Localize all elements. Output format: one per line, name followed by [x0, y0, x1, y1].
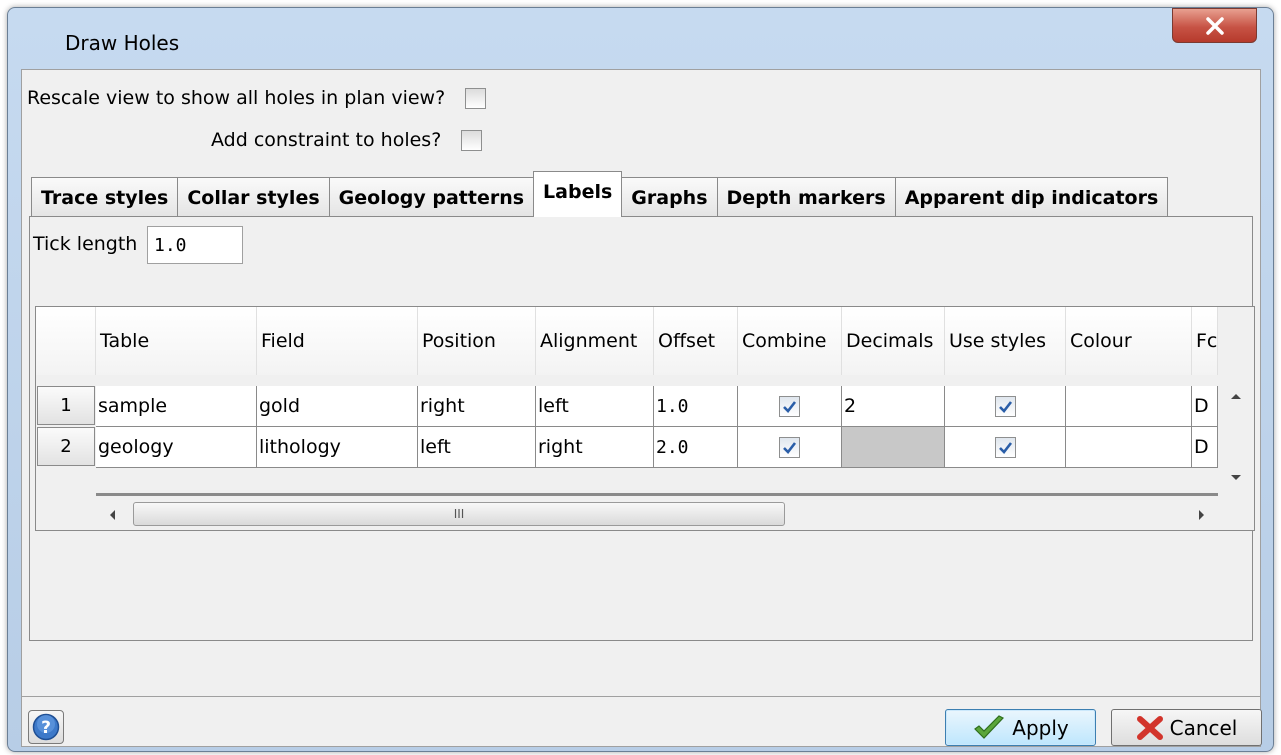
scroll-left-icon[interactable] [108, 509, 116, 521]
checkmark-icon [998, 441, 1012, 454]
tab-depth-markers[interactable]: Depth markers [716, 177, 896, 217]
combine-checkbox[interactable] [779, 395, 800, 417]
cell-decimals[interactable]: 2 [842, 386, 945, 427]
help-button[interactable]: ? [28, 710, 64, 744]
rescale-label: Rescale view to show all holes in plan v… [27, 87, 446, 109]
corner-header [36, 307, 96, 375]
tab-geology-patterns[interactable]: Geology patterns [328, 177, 535, 217]
use-styles-checkbox[interactable] [994, 395, 1016, 417]
horizontal-scrollbar[interactable]: III [97, 499, 1218, 530]
tab-trace-styles[interactable]: Trace styles [31, 177, 179, 217]
title-bar[interactable]: Draw Holes [8, 8, 1273, 64]
apply-button[interactable]: Apply [945, 709, 1096, 746]
cell-font[interactable]: D [1192, 427, 1218, 468]
cell-font[interactable]: D [1192, 386, 1218, 427]
tick-length-input[interactable]: 1.0 [147, 226, 243, 264]
tab-collar-styles[interactable]: Collar styles [177, 177, 330, 217]
dialog-window: Draw Holes Rescale view to show all hole… [7, 7, 1274, 752]
column-header-font[interactable]: Fc [1192, 307, 1218, 375]
tab-bar: Trace styles Collar styles Geology patte… [31, 171, 1169, 217]
help-icon: ? [32, 713, 60, 741]
rescale-option: Rescale view to show all holes in plan v… [27, 87, 487, 109]
cancel-button[interactable]: Cancel [1111, 709, 1262, 746]
cell-table[interactable]: sample [96, 386, 257, 427]
cell-position[interactable]: left [418, 427, 536, 468]
apply-label: Apply [1012, 715, 1069, 740]
cancel-x-icon [1136, 715, 1163, 740]
column-header-decimals[interactable]: Decimals [842, 307, 945, 375]
scroll-right-icon[interactable] [1198, 509, 1206, 521]
table-bottom-border [96, 493, 1218, 496]
cell-table[interactable]: geology [96, 427, 257, 468]
cell-offset[interactable]: 1.0 [654, 386, 738, 427]
row-header-1[interactable]: 1 [37, 386, 95, 425]
row-header-2[interactable]: 2 [37, 427, 95, 466]
checkmark-icon [783, 400, 797, 413]
cell-colour[interactable] [1066, 386, 1192, 427]
tab-labels[interactable]: Labels [533, 171, 623, 217]
cell-alignment[interactable]: left [536, 386, 654, 427]
rescale-checkbox[interactable] [465, 87, 487, 109]
scroll-down-icon[interactable] [1230, 474, 1242, 482]
column-header-field[interactable]: Field [257, 307, 418, 375]
column-header-offset[interactable]: Offset [654, 307, 738, 375]
labels-tab-panel: Tick length 1.0 Table Field Position Ali… [29, 216, 1255, 641]
checkmark-icon [974, 714, 1005, 739]
use-styles-checkbox[interactable] [994, 436, 1016, 458]
cell-use-styles[interactable] [945, 386, 1066, 427]
cancel-label: Cancel [1169, 715, 1238, 740]
column-header-colour[interactable]: Colour [1066, 307, 1192, 375]
cell-position[interactable]: right [418, 386, 536, 427]
cell-decimals-disabled [842, 427, 945, 468]
constraint-checkbox[interactable] [461, 129, 483, 151]
close-button[interactable] [1172, 8, 1257, 43]
cell-field[interactable]: lithology [257, 427, 418, 468]
scroll-up-icon[interactable] [1230, 392, 1242, 400]
cell-combine[interactable] [738, 427, 842, 468]
vertical-scrollbar[interactable] [1218, 364, 1254, 494]
tab-graphs[interactable]: Graphs [621, 177, 718, 217]
cell-combine[interactable] [738, 386, 842, 427]
checkmark-icon [998, 400, 1012, 413]
cell-colour[interactable] [1066, 427, 1192, 468]
constraint-option: Add constraint to holes? [211, 129, 483, 151]
tab-apparent-dip-indicators[interactable]: Apparent dip indicators [894, 177, 1169, 217]
cell-offset[interactable]: 2.0 [654, 427, 738, 468]
scroll-grip: III [453, 507, 465, 521]
horizontal-scroll-thumb[interactable]: III [133, 502, 785, 526]
dialog-body: Rescale view to show all holes in plan v… [21, 69, 1262, 747]
column-header-position[interactable]: Position [418, 307, 536, 375]
cell-field[interactable]: gold [257, 386, 418, 427]
column-header-alignment[interactable]: Alignment [536, 307, 654, 375]
combine-checkbox[interactable] [779, 436, 800, 458]
checkmark-icon [783, 441, 797, 454]
cell-alignment[interactable]: right [536, 427, 654, 468]
labels-table: Table Field Position Alignment Offset Co… [35, 306, 1255, 531]
column-header-table[interactable]: Table [96, 307, 257, 375]
column-header-use-styles[interactable]: Use styles [945, 307, 1066, 375]
window-title: Draw Holes [65, 31, 180, 55]
constraint-label: Add constraint to holes? [211, 129, 442, 151]
footer-divider [22, 696, 1260, 697]
column-header-combine[interactable]: Combine [738, 307, 842, 375]
tick-length-label: Tick length [33, 233, 138, 255]
svg-text:?: ? [41, 718, 51, 738]
close-icon [1205, 16, 1224, 35]
cell-use-styles[interactable] [945, 427, 1066, 468]
